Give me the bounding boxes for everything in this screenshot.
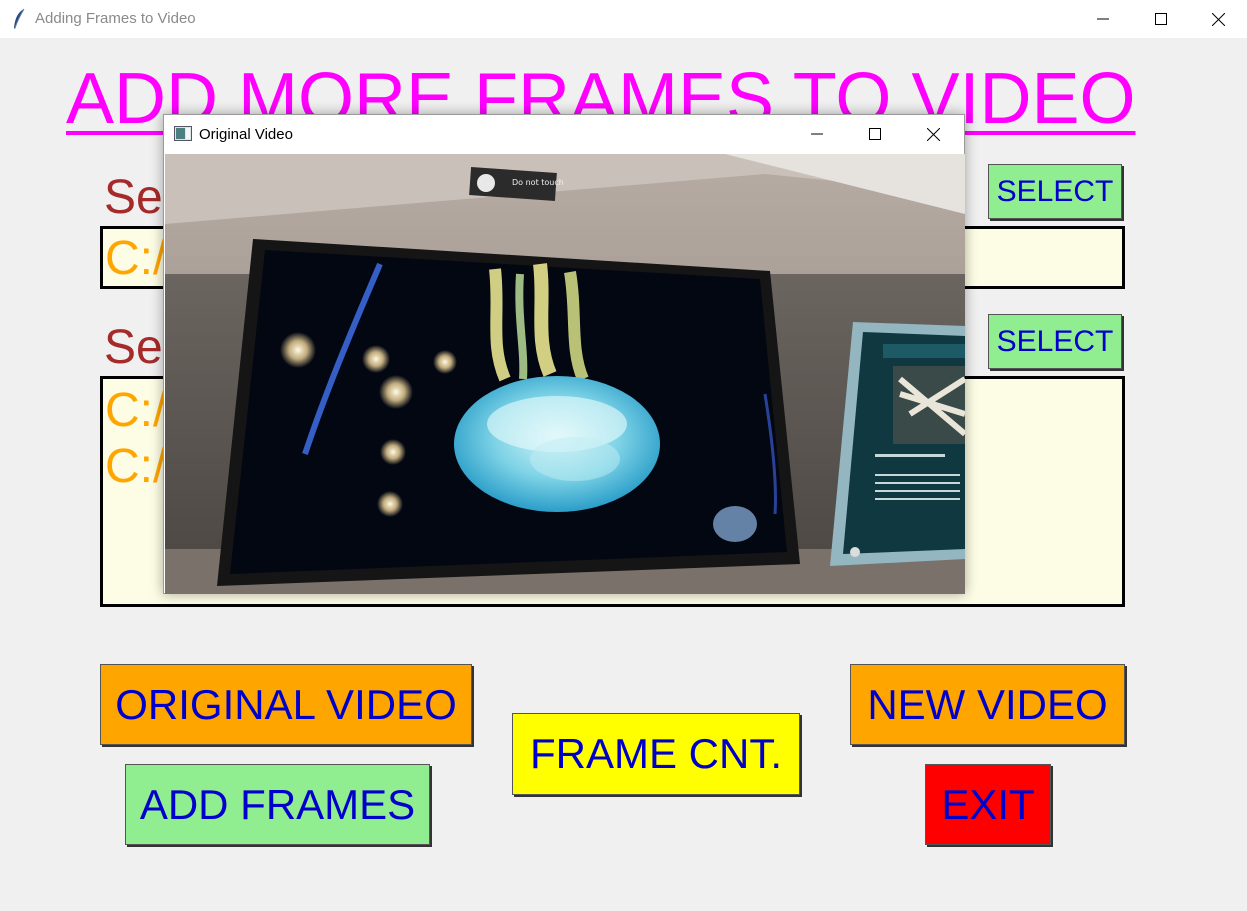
- frame-path-text: C:/: [105, 384, 167, 437]
- video-maximize-button[interactable]: [846, 115, 904, 153]
- jellyfish-video-image: Do not touch: [165, 154, 965, 594]
- video-frame: Do not touch: [165, 154, 965, 594]
- feather-icon: [14, 8, 25, 29]
- select-frames-button[interactable]: SELECT: [988, 314, 1122, 369]
- video-path-text: C:/: [105, 232, 167, 285]
- minimize-button[interactable]: [1074, 0, 1132, 38]
- close-icon: [926, 127, 940, 141]
- add-frames-button[interactable]: ADD FRAMES: [125, 764, 430, 845]
- minimize-icon: [1097, 18, 1109, 20]
- frame-count-button[interactable]: FRAME CNT.: [512, 713, 800, 795]
- select-video-label: Se: [104, 171, 163, 224]
- video-window-icon: [174, 126, 192, 141]
- select-frames-label: Se: [104, 321, 163, 374]
- original-video-button[interactable]: ORIGINAL VIDEO: [100, 664, 472, 745]
- video-window-title-bar[interactable]: Original Video: [164, 115, 964, 153]
- close-icon: [1211, 12, 1225, 26]
- original-video-window[interactable]: Original Video Do not touch: [163, 114, 965, 594]
- new-video-button[interactable]: NEW VIDEO: [850, 664, 1125, 745]
- video-window-title: Original Video: [199, 126, 293, 143]
- frame-path-text: C:/: [105, 440, 167, 493]
- maximize-icon: [869, 128, 881, 140]
- sign-text: Do not touch: [512, 178, 564, 187]
- close-button[interactable]: [1189, 0, 1247, 38]
- window-title: Adding Frames to Video: [35, 10, 196, 27]
- main-title-bar: Adding Frames to Video: [0, 0, 1247, 38]
- video-minimize-button[interactable]: [788, 115, 846, 153]
- maximize-icon: [1155, 13, 1167, 25]
- select-video-button[interactable]: SELECT: [988, 164, 1122, 219]
- maximize-button[interactable]: [1132, 0, 1190, 38]
- minimize-icon: [811, 133, 823, 135]
- video-close-button[interactable]: [904, 115, 962, 153]
- exit-button[interactable]: EXIT: [925, 764, 1051, 845]
